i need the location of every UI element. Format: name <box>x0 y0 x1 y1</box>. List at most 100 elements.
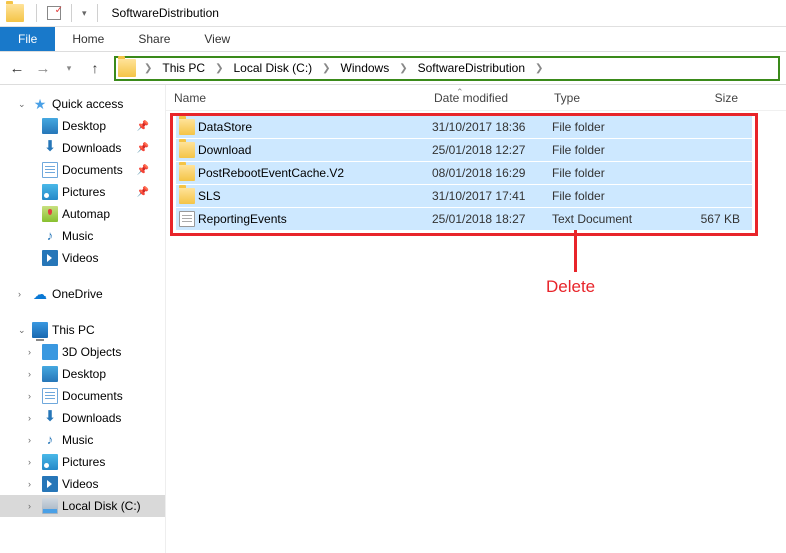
annotation-label: Delete <box>546 277 595 297</box>
file-size: 567 KB <box>672 212 748 226</box>
pin-icon: 📌 <box>137 143 165 154</box>
tab-share[interactable]: Share <box>121 27 187 51</box>
chevron-right-icon[interactable]: › <box>28 413 38 423</box>
breadcrumb-segment[interactable]: Windows <box>335 58 396 79</box>
file-date: 25/01/2018 12:27 <box>432 143 552 157</box>
qat-properties-icon[interactable] <box>47 6 61 20</box>
file-row[interactable]: SLS31/10/2017 17:41File folder <box>176 185 752 207</box>
breadcrumb-segment[interactable]: Local Disk (C:) <box>227 58 318 79</box>
sidebar-item[interactable]: ›Desktop <box>0 363 165 385</box>
file-type: File folder <box>552 189 672 203</box>
sidebar-item[interactable]: Pictures📌 <box>0 181 165 203</box>
3d-icon <box>42 344 58 360</box>
tab-file[interactable]: File <box>0 27 55 51</box>
sidebar-item-label: Pictures <box>62 185 105 199</box>
chevron-right-icon[interactable]: ❯ <box>395 63 411 74</box>
sidebar-item[interactable]: Automap <box>0 203 165 225</box>
file-name: SLS <box>198 189 432 203</box>
qat-dropdown-icon[interactable]: ▾ <box>82 8 87 19</box>
sidebar-item-label: Downloads <box>62 411 121 425</box>
folder-icon <box>179 188 195 204</box>
chevron-right-icon[interactable]: › <box>28 435 38 445</box>
sidebar-quick-access[interactable]: ⌄ ★ Quick access <box>0 93 165 115</box>
pin-icon: 📌 <box>137 165 165 176</box>
navigation-tree: ⌄ ★ Quick access Desktop📌⬇Downloads📌Docu… <box>0 85 165 553</box>
desktop-icon <box>42 366 58 382</box>
tab-view[interactable]: View <box>187 27 247 51</box>
sidebar-item-label: Documents <box>62 389 123 403</box>
file-row[interactable]: ReportingEvents25/01/2018 18:27Text Docu… <box>176 208 752 230</box>
column-header-type[interactable]: Type <box>546 91 666 105</box>
qat-separator <box>97 4 98 22</box>
sidebar-item[interactable]: Desktop📌 <box>0 115 165 137</box>
chevron-right-icon[interactable]: › <box>28 369 38 379</box>
file-date: 31/10/2017 17:41 <box>432 189 552 203</box>
sidebar-item[interactable]: › Documents <box>0 385 165 407</box>
column-header-size[interactable]: Size <box>666 91 746 105</box>
sidebar-item-label: Videos <box>62 251 98 265</box>
sidebar-item[interactable]: Videos <box>0 247 165 269</box>
file-list-panel: Name Date modified Type Size DataStore31… <box>165 85 786 553</box>
chevron-right-icon[interactable]: › <box>28 501 38 511</box>
window-folder-icon <box>6 4 24 22</box>
chevron-right-icon[interactable]: ❯ <box>211 63 227 74</box>
column-header-name[interactable]: Name <box>166 91 426 105</box>
nav-back-button[interactable]: ← <box>6 57 28 79</box>
sidebar-item[interactable]: › ⬇ Downloads <box>0 407 165 429</box>
sidebar-item-label: Automap <box>62 207 110 221</box>
address-breadcrumb[interactable]: ❯ This PC ❯ Local Disk (C:) ❯ Windows ❯ … <box>114 56 780 81</box>
sidebar-item[interactable]: › Videos <box>0 473 165 495</box>
map-icon <box>42 206 58 222</box>
sidebar-this-pc[interactable]: ⌄ This PC <box>0 319 165 341</box>
nav-forward-button[interactable]: → <box>32 57 54 79</box>
file-type: File folder <box>552 166 672 180</box>
file-row[interactable]: DataStore31/10/2017 18:36File folder <box>176 116 752 138</box>
sidebar-item[interactable]: Documents 📌 <box>0 159 165 181</box>
pictures-icon <box>42 454 58 470</box>
main-content: ⌄ ★ Quick access Desktop📌⬇Downloads📌Docu… <box>0 85 786 553</box>
chevron-right-icon[interactable]: › <box>28 457 38 467</box>
chevron-right-icon[interactable]: ❯ <box>531 63 547 74</box>
annotation-arrow <box>574 230 577 272</box>
sidebar-item[interactable]: ♪Music <box>0 225 165 247</box>
doc-icon <box>42 388 58 404</box>
star-icon: ★ <box>32 96 48 112</box>
sidebar-item-label: Local Disk (C:) <box>62 499 141 513</box>
nav-up-button[interactable]: ↑ <box>84 57 106 79</box>
sidebar-item-label: 3D Objects <box>62 345 121 359</box>
annotation-selection-box: DataStore31/10/2017 18:36File folderDown… <box>170 113 758 236</box>
chevron-down-icon[interactable]: ⌄ <box>18 325 28 336</box>
downloads-icon: ⬇ <box>42 410 58 426</box>
window-titlebar: ▾ SoftwareDistribution <box>0 0 786 27</box>
file-date: 25/01/2018 18:27 <box>432 212 552 226</box>
chevron-right-icon[interactable]: › <box>28 347 38 357</box>
window-title: SoftwareDistribution <box>112 6 219 20</box>
sidebar-onedrive[interactable]: › ☁ OneDrive <box>0 283 165 305</box>
chevron-right-icon[interactable]: › <box>28 479 38 489</box>
file-date: 31/10/2017 18:36 <box>432 120 552 134</box>
file-name: Download <box>198 143 432 157</box>
file-row[interactable]: Download25/01/2018 12:27File folder <box>176 139 752 161</box>
sidebar-item-label: Videos <box>62 477 98 491</box>
breadcrumb-folder-icon <box>118 59 136 77</box>
sidebar-item-label: Documents <box>62 163 123 177</box>
chevron-down-icon[interactable]: ⌄ <box>18 99 28 110</box>
tab-home[interactable]: Home <box>55 27 121 51</box>
quick-access-toolbar: ▾ <box>34 4 100 22</box>
breadcrumb-segment[interactable]: This PC <box>156 58 211 79</box>
chevron-right-icon[interactable]: › <box>18 289 28 299</box>
file-row[interactable]: PostRebootEventCache.V208/01/2018 16:29F… <box>176 162 752 184</box>
sidebar-item[interactable]: ›Pictures <box>0 451 165 473</box>
doc-icon <box>42 162 58 178</box>
chevron-right-icon[interactable]: ❯ <box>140 63 156 74</box>
sidebar-item[interactable]: › Local Disk (C:) <box>0 495 165 517</box>
sidebar-label: This PC <box>52 323 95 337</box>
nav-recent-dropdown[interactable]: ▾ <box>58 57 80 79</box>
column-header-date[interactable]: Date modified <box>426 91 546 105</box>
chevron-right-icon[interactable]: ❯ <box>318 63 334 74</box>
sidebar-item[interactable]: ›♪Music <box>0 429 165 451</box>
sidebar-item[interactable]: ⬇Downloads📌 <box>0 137 165 159</box>
breadcrumb-segment[interactable]: SoftwareDistribution <box>412 58 531 79</box>
chevron-right-icon[interactable]: › <box>28 391 38 401</box>
sidebar-item[interactable]: › 3D Objects <box>0 341 165 363</box>
